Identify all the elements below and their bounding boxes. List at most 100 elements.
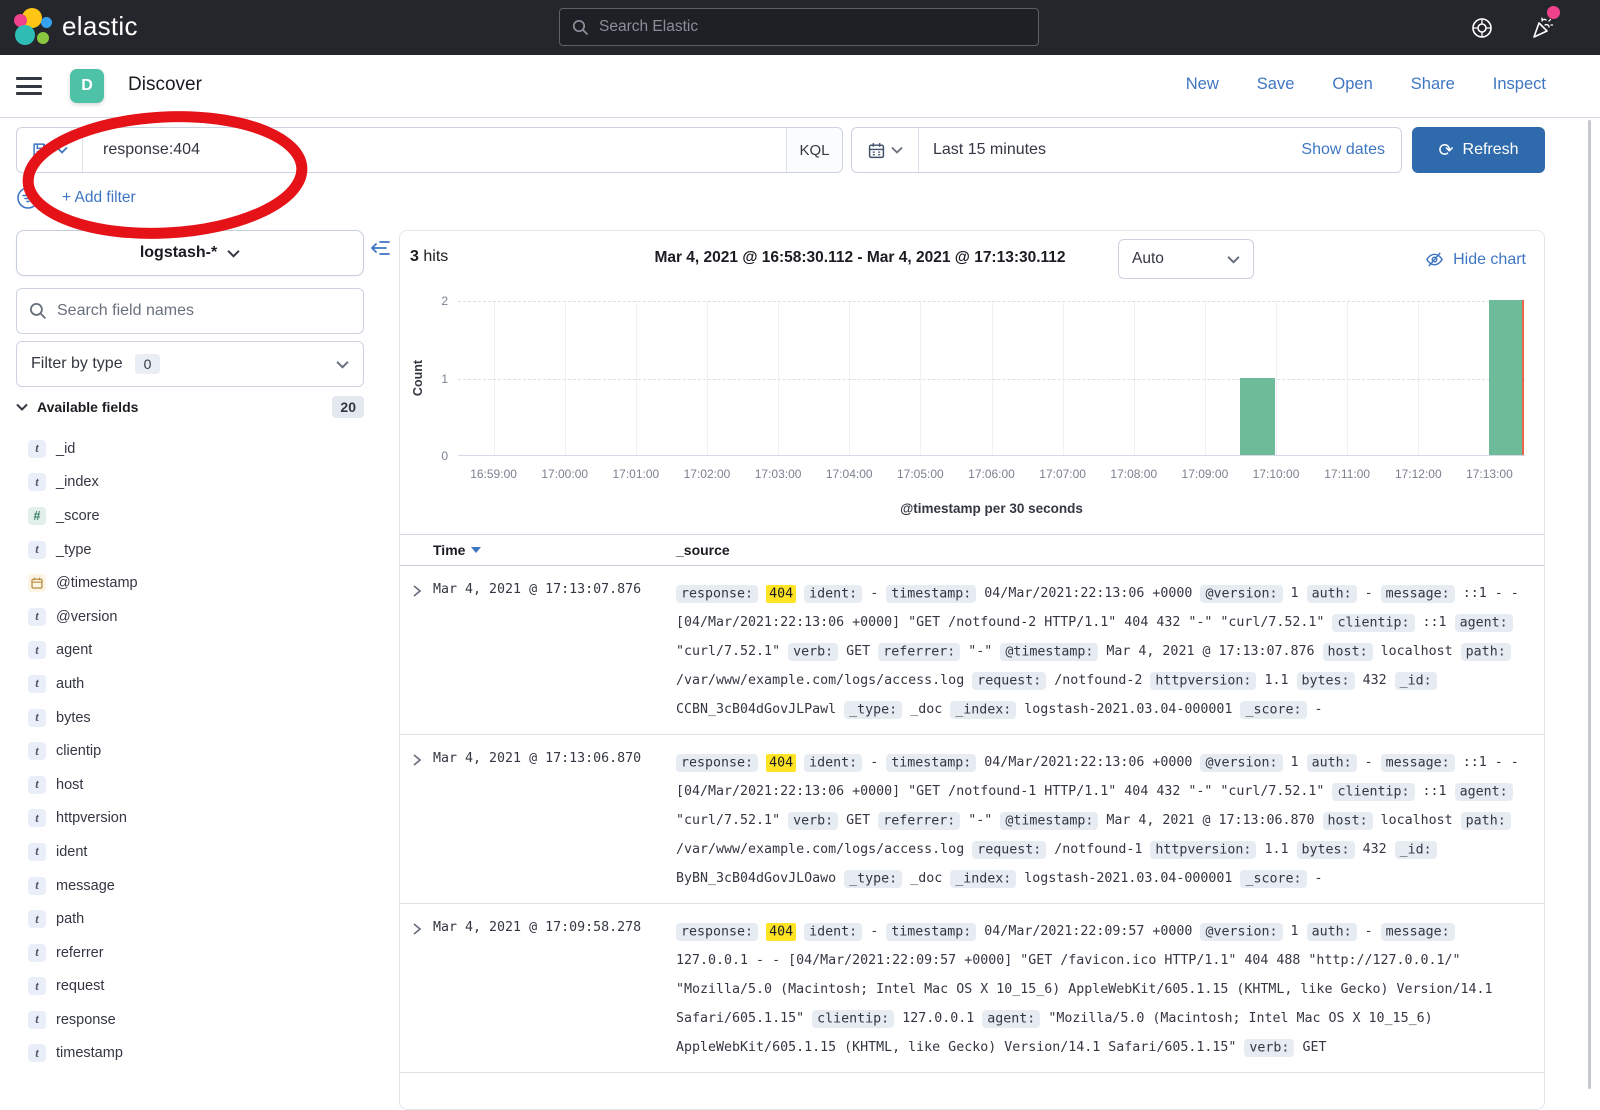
filter-by-type-select[interactable]: Filter by type 0 xyxy=(16,341,364,387)
field-item-_score[interactable]: #_score xyxy=(16,499,364,533)
expand-row-icon[interactable] xyxy=(410,751,424,769)
field-value: - xyxy=(870,586,878,601)
documents-table: Time _source Mar 4, 2021 @ 17:13:07.876r… xyxy=(400,534,1544,1073)
index-pattern-select[interactable]: logstash-* xyxy=(16,230,364,276)
field-name: _index xyxy=(56,474,99,490)
field-badge: @version: xyxy=(1200,923,1282,941)
add-filter-button[interactable]: + Add filter xyxy=(62,189,136,207)
date-quick-select-button[interactable] xyxy=(852,128,919,172)
column-time[interactable]: Time xyxy=(433,542,481,558)
help-icon[interactable] xyxy=(1470,16,1494,40)
doc-source: response: 404 ident: - timestamp: 04/Mar… xyxy=(676,748,1534,893)
field-name: referrer xyxy=(56,945,104,961)
refresh-button[interactable]: ⟳ Refresh xyxy=(1412,127,1545,173)
field-badge: ident: xyxy=(804,585,862,603)
field-badge: ident: xyxy=(804,923,862,941)
text-field-icon: t xyxy=(28,843,46,861)
field-name: timestamp xyxy=(56,1045,123,1061)
highlight-mark: 404 xyxy=(766,585,796,603)
chevron-down-icon xyxy=(16,403,28,411)
x-tick-label: 17:05:00 xyxy=(897,467,944,481)
field-badge: auth: xyxy=(1307,754,1357,772)
collapse-sidebar-icon[interactable] xyxy=(369,237,391,259)
field-badge: bytes: xyxy=(1297,841,1355,859)
field-value: logstash-2021.03.04-000001 xyxy=(1024,702,1232,717)
field-item-@timestamp[interactable]: @timestamp xyxy=(16,566,364,600)
chart-time-span: Mar 4, 2021 @ 16:58:30.112 - Mar 4, 2021… xyxy=(550,249,1170,267)
field-item-message[interactable]: tmessage xyxy=(16,869,364,903)
interval-value: Auto xyxy=(1132,250,1164,268)
field-badge: referrer: xyxy=(878,812,960,830)
field-item-clientip[interactable]: tclientip xyxy=(16,734,364,768)
index-pattern-value: logstash-* xyxy=(140,244,217,262)
field-item-@version[interactable]: t@version xyxy=(16,600,364,634)
field-item-request[interactable]: trequest xyxy=(16,970,364,1004)
interval-select[interactable]: Auto xyxy=(1118,239,1254,279)
news-party-icon[interactable] xyxy=(1530,16,1554,40)
field-item-timestamp[interactable]: ttimestamp xyxy=(16,1037,364,1071)
menu-icon[interactable] xyxy=(16,77,42,95)
field-item-_id[interactable]: t_id xyxy=(16,432,364,466)
query-value: response:404 xyxy=(103,141,200,159)
field-item-ident[interactable]: tident xyxy=(16,835,364,869)
global-search[interactable] xyxy=(559,8,1039,46)
field-item-_type[interactable]: t_type xyxy=(16,533,364,567)
saved-query-menu-button[interactable] xyxy=(17,128,83,172)
query-input[interactable]: response:404 xyxy=(83,128,786,172)
field-badge: response: xyxy=(676,923,758,941)
nav-action-share[interactable]: Share xyxy=(1411,75,1455,94)
field-item-referrer[interactable]: treferrer xyxy=(16,936,364,970)
chevron-down-icon xyxy=(336,360,349,369)
nav-action-new[interactable]: New xyxy=(1186,75,1219,94)
field-item-agent[interactable]: tagent xyxy=(16,634,364,668)
field-badge: auth: xyxy=(1307,585,1357,603)
histogram-bar[interactable] xyxy=(1489,300,1524,455)
expand-row-icon[interactable] xyxy=(410,920,424,938)
x-tick-label: 17:09:00 xyxy=(1182,467,1229,481)
doc-timestamp: Mar 4, 2021 @ 17:09:58.278 xyxy=(433,920,641,935)
field-value: 1.1 xyxy=(1264,673,1288,688)
available-fields-header[interactable]: Available fields 20 xyxy=(16,396,364,418)
nav-action-save[interactable]: Save xyxy=(1257,75,1295,94)
field-value: - xyxy=(870,924,878,939)
field-item-response[interactable]: tresponse xyxy=(16,1003,364,1037)
field-item-_index[interactable]: t_index xyxy=(16,466,364,500)
doc-source: response: 404 ident: - timestamp: 04/Mar… xyxy=(676,917,1534,1062)
field-name: @timestamp xyxy=(56,575,138,591)
show-dates-button[interactable]: Show dates xyxy=(1301,141,1401,159)
field-badge: _score: xyxy=(1240,870,1306,888)
field-search[interactable] xyxy=(16,288,364,334)
histogram-chart: Count @timestamp per 30 seconds 16:59:00… xyxy=(400,285,1544,534)
hide-chart-button[interactable]: Hide chart xyxy=(1425,250,1526,269)
field-badge: httpversion: xyxy=(1150,841,1256,859)
nav-action-open[interactable]: Open xyxy=(1332,75,1372,94)
scrollbar[interactable] xyxy=(1588,120,1591,1089)
field-search-input[interactable] xyxy=(57,302,337,320)
chevron-down-icon xyxy=(56,146,68,154)
field-value: - xyxy=(1365,586,1373,601)
save-icon xyxy=(32,142,49,159)
text-field-icon: t xyxy=(28,910,46,928)
field-badge: timestamp: xyxy=(886,754,976,772)
time-range-value[interactable]: Last 15 minutes xyxy=(919,141,1046,159)
field-item-httpversion[interactable]: thttpversion xyxy=(16,802,364,836)
histogram-bar[interactable] xyxy=(1240,378,1275,456)
field-item-path[interactable]: tpath xyxy=(16,902,364,936)
field-value: - xyxy=(1365,924,1373,939)
field-badge: _index: xyxy=(950,870,1016,888)
filter-settings-icon[interactable] xyxy=(16,186,40,210)
field-name: _id xyxy=(56,441,75,457)
field-badge: _type: xyxy=(844,870,902,888)
nav-action-inspect[interactable]: Inspect xyxy=(1493,75,1546,94)
x-tick-label: 17:07:00 xyxy=(1039,467,1086,481)
expand-row-icon[interactable] xyxy=(410,582,424,600)
field-item-host[interactable]: thost xyxy=(16,768,364,802)
global-search-input[interactable] xyxy=(599,18,999,36)
field-item-bytes[interactable]: tbytes xyxy=(16,701,364,735)
field-name: _score xyxy=(56,508,100,524)
app-navbar: D Discover NewSaveOpenShareInspect xyxy=(0,55,1600,118)
query-language-button[interactable]: KQL xyxy=(786,128,842,172)
field-item-auth[interactable]: tauth xyxy=(16,667,364,701)
field-value: 04/Mar/2021:22:13:06 +0000 xyxy=(984,586,1192,601)
field-value: 127.0.0.1 xyxy=(902,1011,974,1026)
